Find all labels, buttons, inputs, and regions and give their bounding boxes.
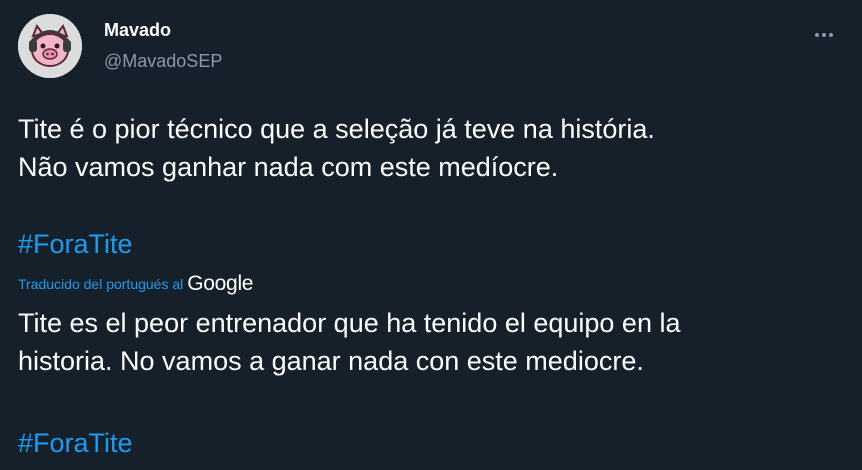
google-logo: Google (187, 272, 254, 295)
translated-hashtag-link[interactable]: #ForaTite (18, 428, 133, 459)
more-horizontal-icon (814, 25, 834, 43)
tweet-card: Mavado @MavadoSEP Tite é o pior técnico … (0, 0, 862, 470)
more-options-button[interactable] (806, 16, 842, 52)
translated-label[interactable]: Traducido del portugués al (18, 276, 183, 292)
avatar[interactable] (18, 14, 82, 78)
author-handle[interactable]: @MavadoSEP (104, 51, 222, 72)
pig-avatar-icon (18, 14, 82, 78)
hashtag-link[interactable]: #ForaTite (18, 229, 133, 260)
tweet-original-text: Tite é o pior técnico que a seleção já t… (18, 114, 655, 182)
tweet-translated-text: Tite es el peor entrenador que ha tenido… (18, 308, 681, 376)
translation-attribution: Traducido del portugués al Google (18, 272, 253, 296)
author-name[interactable]: Mavado (104, 20, 171, 41)
